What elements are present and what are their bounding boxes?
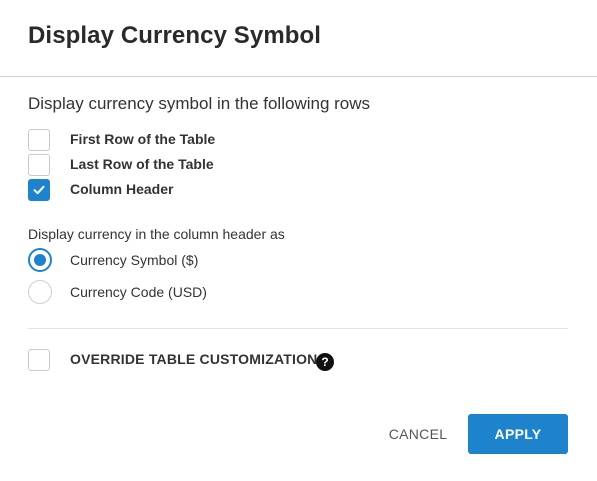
- radio-selected-dot: [34, 254, 46, 266]
- section-divider: [28, 328, 568, 329]
- checkbox-override[interactable]: OVERRIDE TABLE CUSTOMIZATION: [28, 348, 317, 372]
- column-header-checkbox[interactable]: [28, 179, 50, 201]
- override-checkbox[interactable]: [28, 349, 50, 371]
- checkmark-icon: [33, 185, 45, 195]
- currency-code-radio[interactable]: [28, 280, 52, 304]
- override-label: OVERRIDE TABLE CUSTOMIZATION: [70, 351, 318, 367]
- checkbox-first-row[interactable]: First Row of the Table: [28, 128, 215, 152]
- dialog-title: Display Currency Symbol: [28, 22, 322, 49]
- checkbox-last-row[interactable]: Last Row of the Table: [28, 153, 214, 177]
- currency-code-label: Currency Code (USD): [70, 284, 207, 300]
- checkbox-column-header[interactable]: Column Header: [28, 178, 173, 202]
- currency-dialog: Display Currency Symbol Display currency…: [0, 0, 597, 481]
- currency-symbol-label: Currency Symbol ($): [70, 252, 199, 268]
- last-row-label: Last Row of the Table: [70, 156, 214, 172]
- radio-currency-symbol[interactable]: Currency Symbol ($): [28, 248, 198, 272]
- radio-currency-code[interactable]: Currency Code (USD): [28, 280, 207, 304]
- apply-button[interactable]: APPLY: [468, 414, 568, 454]
- cancel-button[interactable]: CANCEL: [378, 414, 458, 454]
- header-section-title: Display currency in the column header as: [28, 226, 285, 242]
- last-row-checkbox[interactable]: [28, 154, 50, 176]
- question-circle-icon[interactable]: ?: [316, 353, 334, 371]
- rows-section-title: Display currency symbol in the following…: [28, 94, 371, 113]
- first-row-checkbox[interactable]: [28, 129, 50, 151]
- first-row-label: First Row of the Table: [70, 131, 216, 147]
- column-header-label: Column Header: [70, 181, 174, 197]
- header-divider: [0, 76, 597, 77]
- currency-symbol-radio[interactable]: [28, 248, 52, 272]
